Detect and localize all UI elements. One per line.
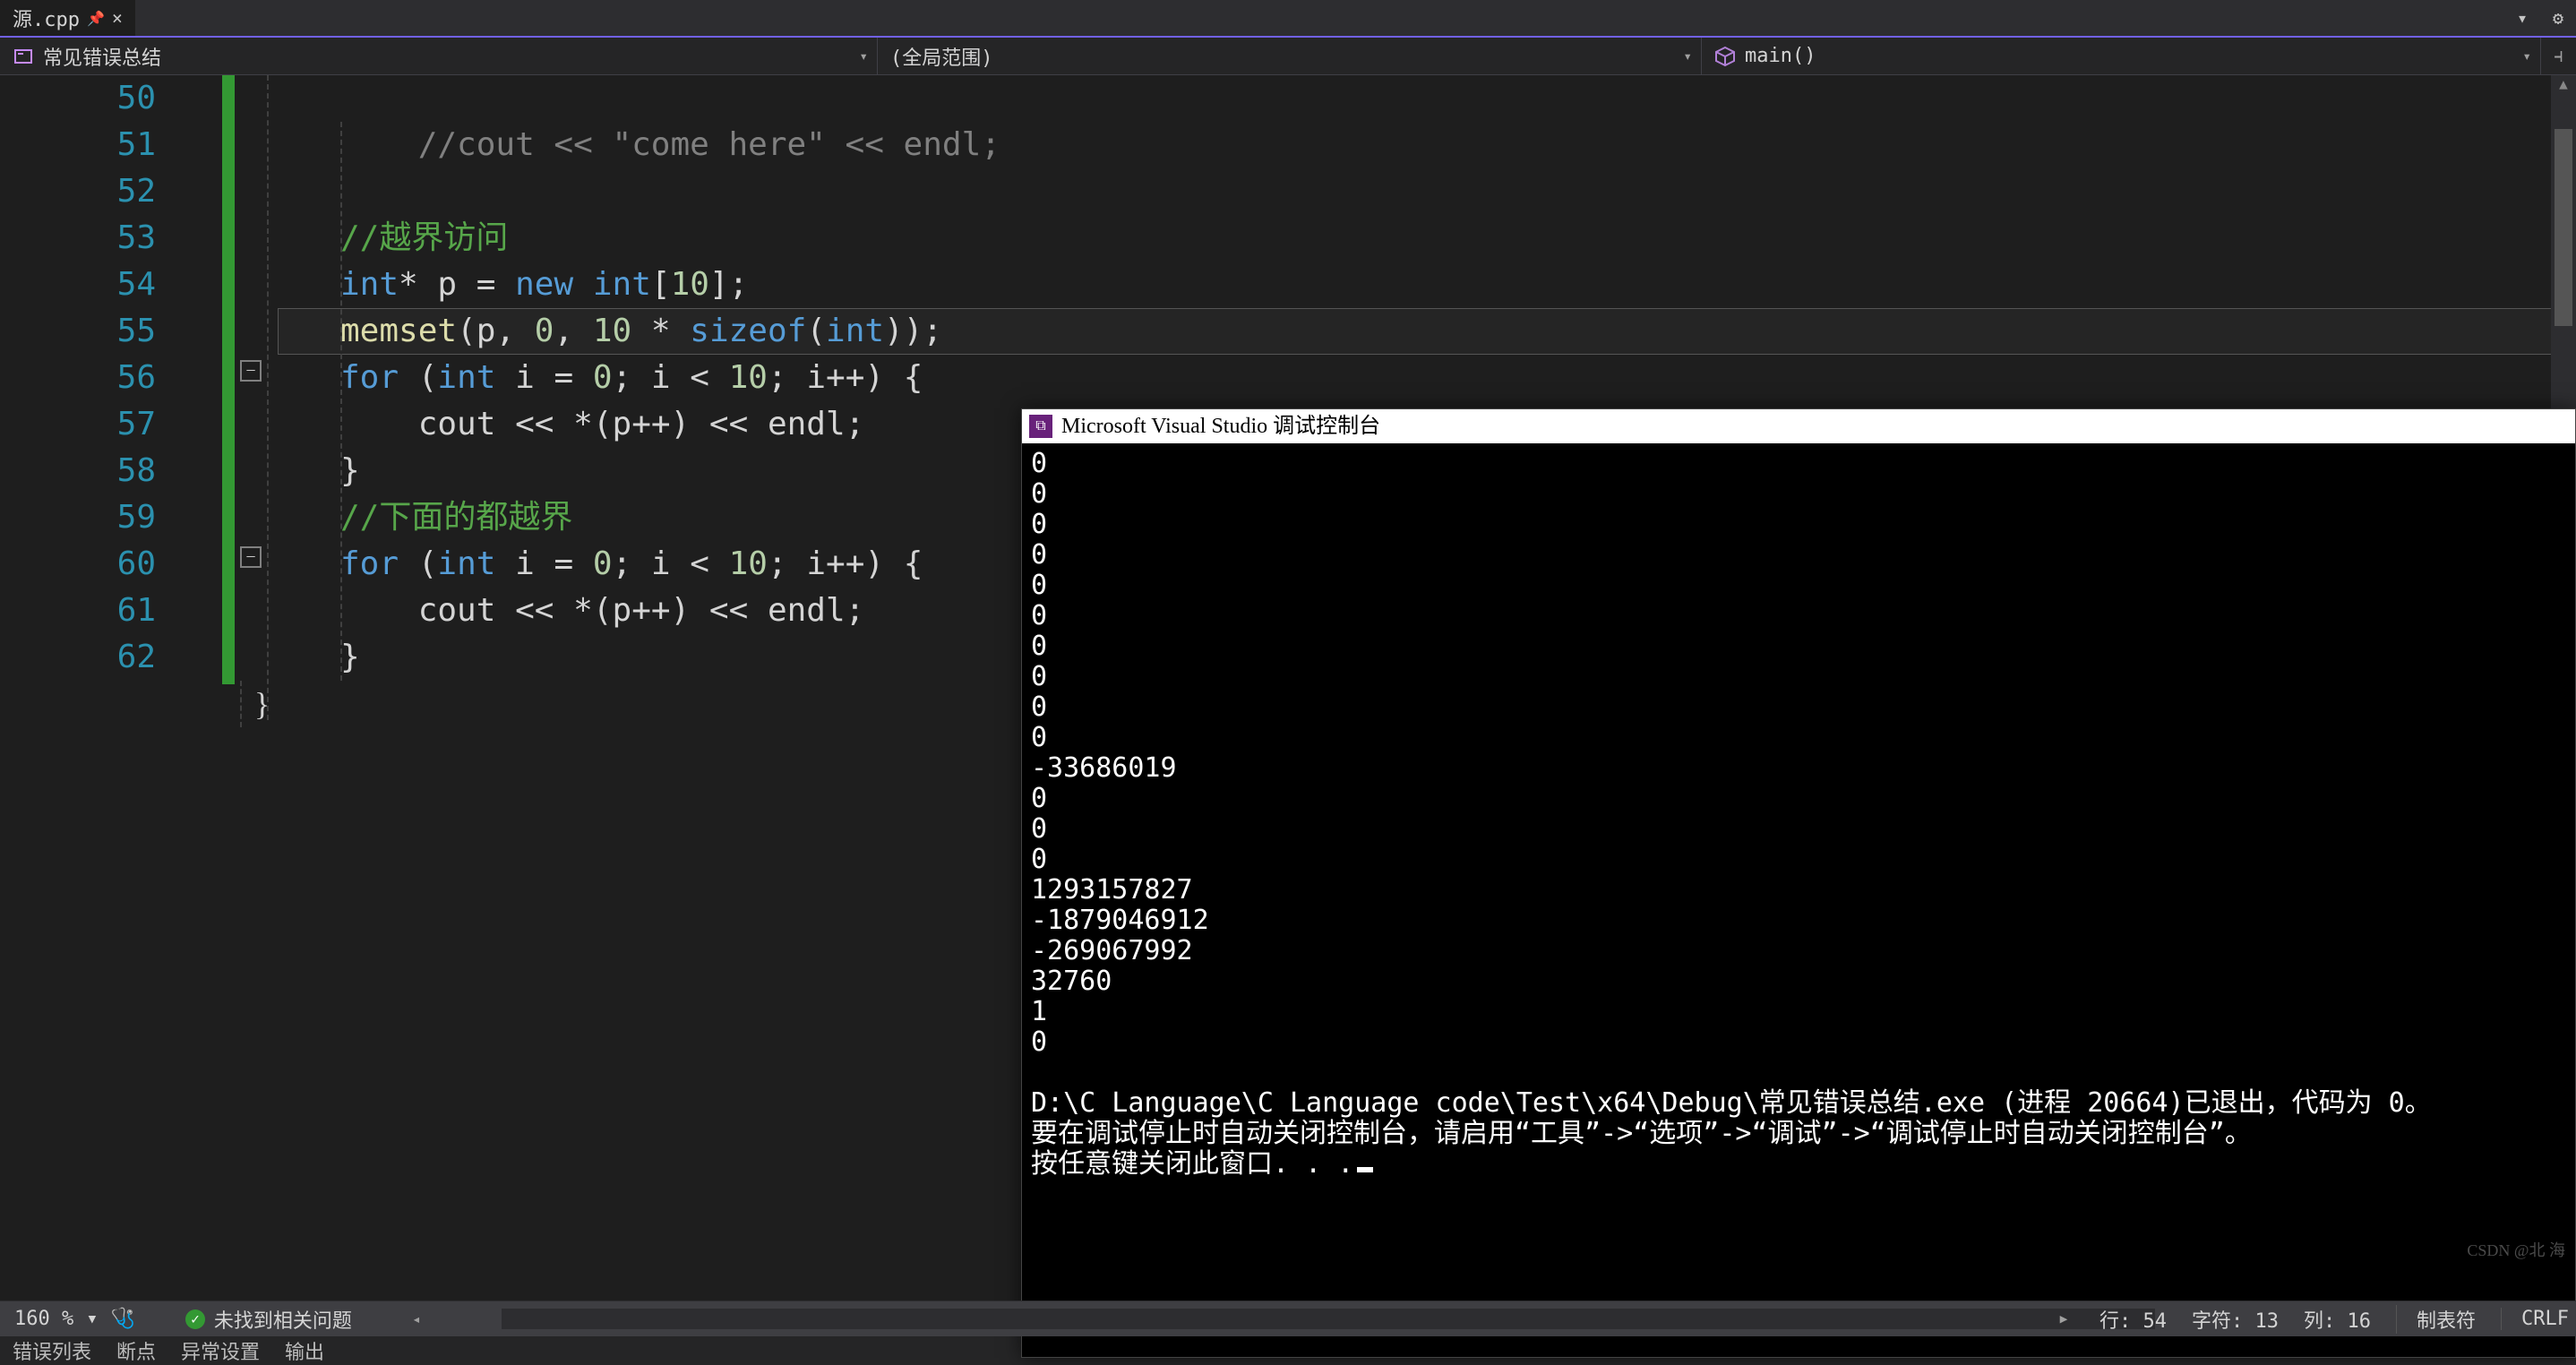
tab-strip: 源.cpp 📌 × ▾ ⚙ — [0, 0, 2576, 38]
line-number: 60 — [0, 541, 156, 588]
editor-status-bar: 160 % ▾ 🩺 ✓ 未找到相关问题 ◂ ▸ 行: 54 字符: 13 列: … — [0, 1301, 2576, 1336]
code-line[interactable]: memset(p, 0, 10 * sizeof(int)); — [340, 308, 2558, 355]
bottom-tab[interactable]: 断点 — [116, 1336, 156, 1365]
code-line[interactable] — [340, 168, 2558, 215]
navigation-bar: 常见错误总结 ▾ (全局范围) ▾ main() ▾ ⫞ — [0, 38, 2576, 75]
line-number: 50 — [0, 75, 156, 122]
console-output: 0 0 0 0 0 0 0 0 0 0 -33686019 0 0 0 1293… — [1022, 443, 2575, 1185]
split-editor-icon[interactable]: ⫞ — [2540, 38, 2576, 74]
zoom-level: 160 % — [14, 1308, 73, 1330]
scope-project-dropdown[interactable]: 常见错误总结 ▾ — [0, 38, 878, 74]
scrollbar-thumb[interactable] — [2555, 129, 2572, 326]
scope-member-label: main() — [1745, 45, 1816, 67]
caret-status: ▸ 行: 54 字符: 13 列: 16 制表符 CRLF — [2053, 1305, 2569, 1334]
bottom-tab[interactable]: 输出 — [285, 1336, 324, 1365]
scope-global-label: (全局范围) — [890, 42, 993, 71]
eol-mode[interactable]: CRLF — [2501, 1308, 2569, 1330]
line-number: 52 — [0, 168, 156, 215]
chevron-down-icon: ▾ — [2522, 47, 2531, 64]
console-title: Microsoft Visual Studio 调试控制台 — [1061, 409, 1380, 443]
console-cursor — [1357, 1167, 1373, 1172]
scroll-left-icon[interactable]: ◂ — [406, 1310, 427, 1327]
scroll-up-icon[interactable]: ▲ — [2551, 75, 2576, 99]
line-number: 61 — [0, 588, 156, 634]
line-status[interactable]: 行: 54 — [2099, 1305, 2167, 1334]
line-number: 51 — [0, 122, 156, 168]
tab-title: 源.cpp — [13, 4, 80, 32]
zoom-control[interactable]: 160 % ▾ 🩺 — [0, 1308, 150, 1330]
console-titlebar[interactable]: ⧉ Microsoft Visual Studio 调试控制台 — [1022, 409, 2575, 443]
scope-member-dropdown[interactable]: main() ▾ — [1702, 38, 2540, 74]
chevron-down-icon: ▾ — [1683, 47, 1692, 64]
line-number: 62 — [0, 634, 156, 681]
code-line[interactable] — [340, 122, 2558, 168]
check-icon: ✓ — [185, 1309, 205, 1329]
chevron-down-icon: ▾ — [859, 47, 868, 64]
bottom-tab[interactable]: 异常设置 — [181, 1336, 260, 1365]
code-line[interactable]: for (int i = 0; i < 10; i++) { — [340, 355, 2558, 401]
debug-console-window[interactable]: ⧉ Microsoft Visual Studio 调试控制台 0 0 0 0 … — [1021, 408, 2576, 1358]
closing-brace: } — [240, 681, 270, 727]
change-indicator — [222, 75, 235, 1301]
line-number: 58 — [0, 448, 156, 494]
line-number: 59 — [0, 494, 156, 541]
col-status[interactable]: 列: 16 — [2304, 1305, 2371, 1334]
chevron-down-icon: ▾ — [86, 1308, 98, 1330]
scroll-right-icon[interactable]: ▸ — [2053, 1308, 2074, 1330]
code-line[interactable]: int* p = new int[10]; — [340, 262, 2558, 308]
line-number: 53 — [0, 215, 156, 262]
indent-mode[interactable]: 制表符 — [2396, 1305, 2476, 1334]
line-number: 56 — [0, 355, 156, 401]
bottom-tab[interactable]: 错误列表 — [13, 1336, 91, 1365]
watermark: CSDN @北 海 — [2467, 1238, 2565, 1261]
line-number-gutter: 50515253545556575859606162 — [0, 75, 170, 1301]
no-issues-indicator[interactable]: ✓ 未找到相关问题 — [185, 1305, 352, 1334]
health-indicator-icon[interactable]: 🩺 — [110, 1308, 134, 1330]
fold-toggle[interactable]: − — [240, 546, 262, 568]
issues-label: 未找到相关问题 — [214, 1305, 352, 1334]
editor-tab-source-cpp[interactable]: 源.cpp 📌 × — [0, 0, 135, 36]
line-number: 57 — [0, 401, 156, 448]
line-number: 54 — [0, 262, 156, 308]
tabstrip-spacer — [135, 0, 2504, 36]
line-number: 55 — [0, 308, 156, 355]
horizontal-scrollbar[interactable] — [502, 1309, 2155, 1329]
project-icon — [13, 46, 34, 67]
fold-toggle[interactable]: − — [240, 360, 262, 382]
tab-overflow-icon[interactable]: ▾ — [2504, 0, 2540, 36]
char-status[interactable]: 字符: 13 — [2192, 1305, 2279, 1334]
vs-logo-icon: ⧉ — [1029, 415, 1052, 438]
scope-project-label: 常见错误总结 — [43, 42, 161, 71]
code-line[interactable]: //越界访问 — [340, 215, 2558, 262]
scope-global-dropdown[interactable]: (全局范围) ▾ — [878, 38, 1702, 74]
close-tab-icon[interactable]: × — [112, 7, 123, 29]
pin-icon[interactable]: 📌 — [87, 10, 105, 27]
cube-icon — [1714, 46, 1736, 67]
code-editor[interactable]: //cout << "come here" << endl; 505152535… — [0, 75, 2576, 1301]
editor-settings-gear-icon[interactable]: ⚙ — [2540, 0, 2576, 36]
